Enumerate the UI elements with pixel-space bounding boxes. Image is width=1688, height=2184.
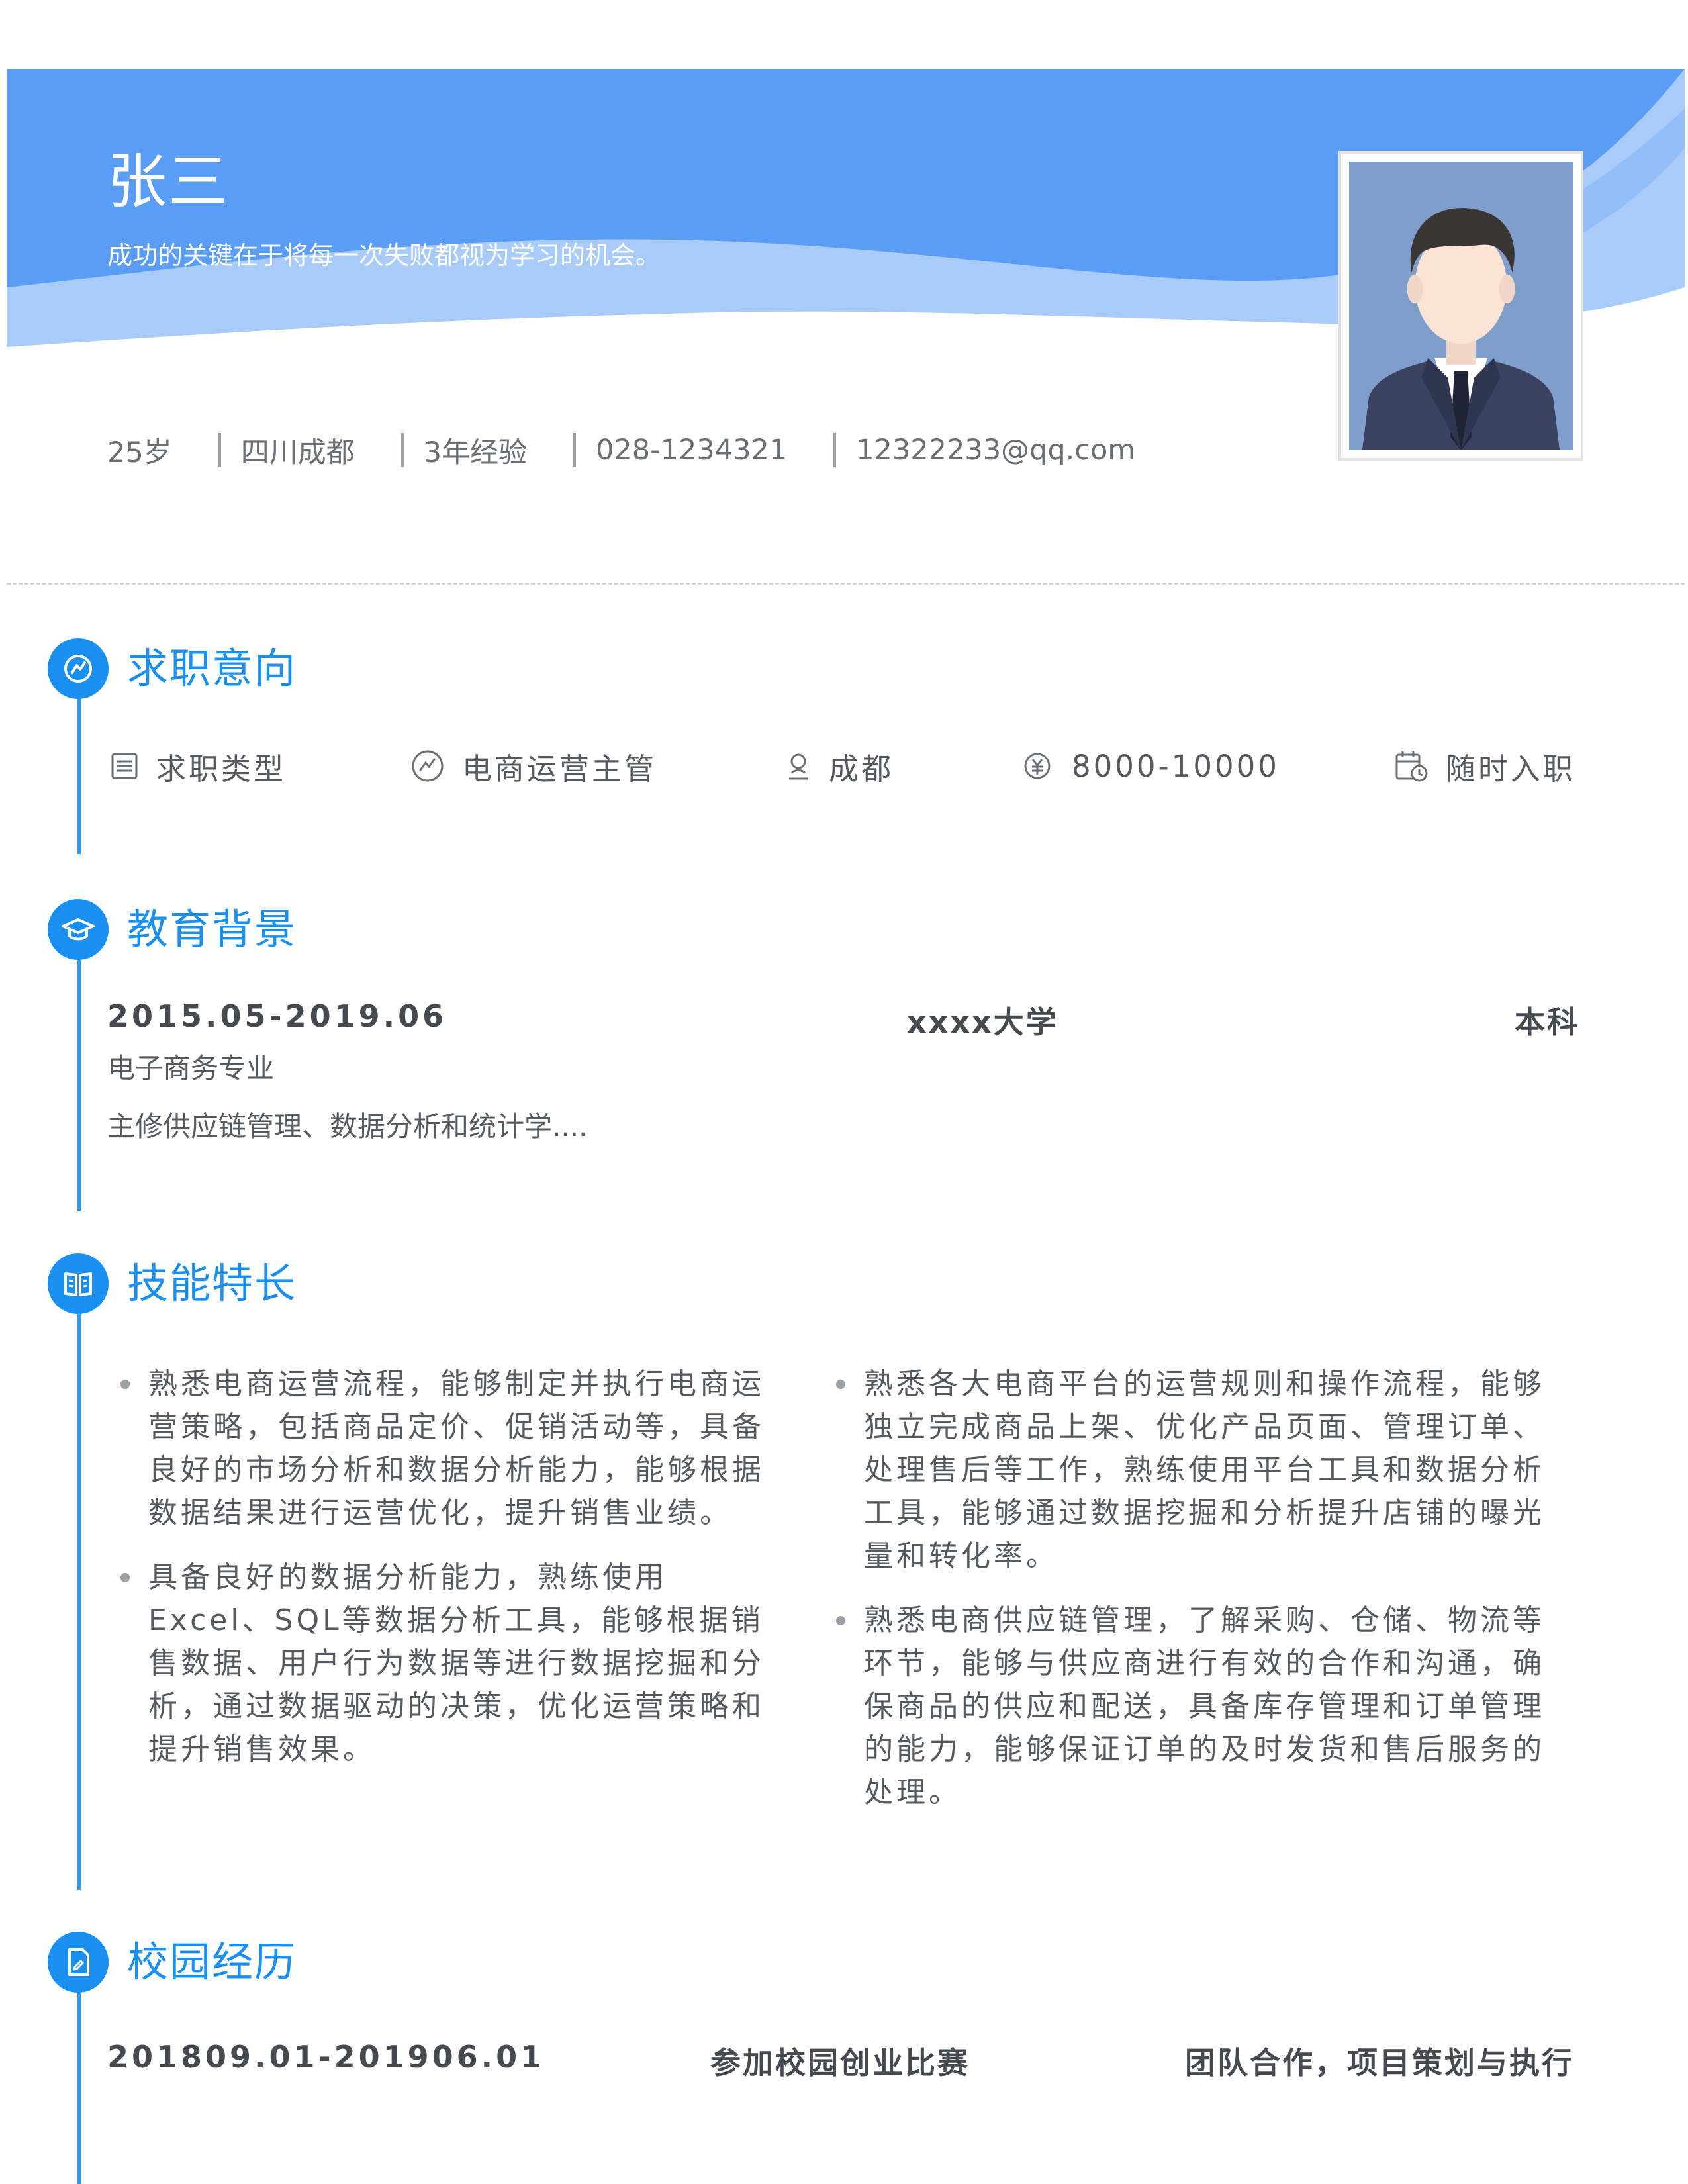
list-icon	[111, 753, 138, 779]
section-title-education: 教育背景	[127, 905, 297, 953]
info-separator	[833, 433, 837, 467]
bullet-icon	[120, 1573, 130, 1582]
section-divider	[7, 583, 1685, 585]
skill-item: 熟悉电商运营流程，能够制定并执行电商运营策略，包括商品定价、促销活动等，具备良好…	[107, 1362, 789, 1535]
profile-photo	[1338, 151, 1583, 461]
calendar-icon	[1395, 751, 1428, 782]
info-separator	[573, 433, 577, 467]
bullet-icon	[836, 1380, 845, 1389]
skill-item: 熟悉电商供应链管理，了解采购、仓储、物流等环节，能够与供应商进行有效的合作和沟通…	[823, 1599, 1564, 1814]
timeline-line	[77, 695, 81, 854]
email-text: 12322233@qq.com	[856, 434, 1136, 467]
skills-icon	[48, 1253, 109, 1314]
timeline-line	[77, 960, 81, 1211]
campus-role: 团队合作，项目策划与执行	[1185, 2045, 1574, 2081]
intent-location-label: 成都	[829, 751, 894, 786]
location-text: 四川成都	[240, 436, 355, 469]
education-degree: 本科	[1515, 1004, 1579, 1040]
intent-availability: 随时入职	[1394, 745, 1575, 787]
skill-item: 熟悉各大电商平台的运营规则和操作流程，能够独立完成商品上架、优化产品页面、管理订…	[823, 1362, 1564, 1578]
campus-activity: 参加校园创业比赛	[710, 2045, 970, 2081]
education-courses: 主修供应链管理、数据分析和统计学....	[107, 1110, 588, 1143]
intent-salary: 8000-10000	[1023, 745, 1280, 787]
campus-icon	[48, 1932, 109, 1993]
section-title-job-intention: 求职意向	[127, 644, 297, 692]
skills-left-list: 熟悉电商运营流程，能够制定并执行电商运营策略，包括商品定价、促销活动等，具备良好…	[107, 1362, 789, 1792]
experience-text: 3年经验	[423, 436, 528, 469]
campus-period: 201809.01-201906.01	[107, 2039, 545, 2075]
skill-item-text: 具备良好的数据分析能力，熟练使用Excel、SQL等数据分析工具，能够根据销售数…	[148, 1560, 765, 1766]
education-major: 电子商务专业	[107, 1052, 275, 1084]
intent-salary-label: 8000-10000	[1072, 748, 1280, 784]
info-separator	[400, 433, 404, 467]
skill-item-text: 熟悉各大电商平台的运营规则和操作流程，能够独立完成商品上架、优化产品页面、管理订…	[864, 1367, 1545, 1573]
motto: 成功的关键在于将每一次失败都视为学习的机会。	[107, 241, 661, 270]
intent-position-label: 电商运营主管	[462, 751, 657, 786]
skill-item-text: 熟悉电商运营流程，能够制定并执行电商运营策略，包括商品定价、促销活动等，具备良好…	[148, 1367, 765, 1530]
section-title-skills: 技能特长	[127, 1259, 297, 1307]
location-icon	[789, 753, 808, 780]
skill-item-text: 熟悉电商供应链管理，了解采购、仓储、物流等环节，能够与供应商进行有效的合作和沟通…	[864, 1603, 1545, 1809]
skills-right-list: 熟悉各大电商平台的运营规则和操作流程，能够独立完成商品上架、优化产品页面、管理订…	[823, 1362, 1564, 1835]
bullet-icon	[120, 1380, 130, 1389]
age-text: 25岁	[107, 436, 172, 469]
page-title: 张三	[107, 147, 229, 216]
job-intention-icon	[48, 638, 109, 699]
intent-type: 求职类型	[110, 745, 286, 787]
position-icon	[412, 750, 444, 782]
salary-icon	[1024, 753, 1051, 779]
timeline-line	[77, 1314, 81, 1890]
timeline-line	[77, 1993, 81, 2184]
bullet-icon	[836, 1616, 845, 1625]
education-school: xxxx大学	[907, 1004, 1058, 1040]
info-separator	[218, 433, 221, 467]
education-icon	[48, 899, 109, 960]
intent-location: 成都	[785, 745, 894, 787]
avatar-illustration	[1362, 208, 1560, 450]
intent-availability-label: 随时入职	[1446, 751, 1576, 786]
section-title-campus: 校园经历	[127, 1938, 297, 1986]
personal-info-row: 25岁 四川成都 3年经验 028-1234321 12322233@qq.co…	[107, 430, 1135, 470]
intent-type-label: 求职类型	[156, 751, 287, 786]
education-period: 2015.05-2019.06	[107, 998, 447, 1034]
skill-item: 具备良好的数据分析能力，熟练使用Excel、SQL等数据分析工具，能够根据销售数…	[107, 1556, 789, 1771]
intent-position: 电商运营主管	[410, 745, 657, 787]
phone-text: 028-1234321	[596, 434, 788, 467]
